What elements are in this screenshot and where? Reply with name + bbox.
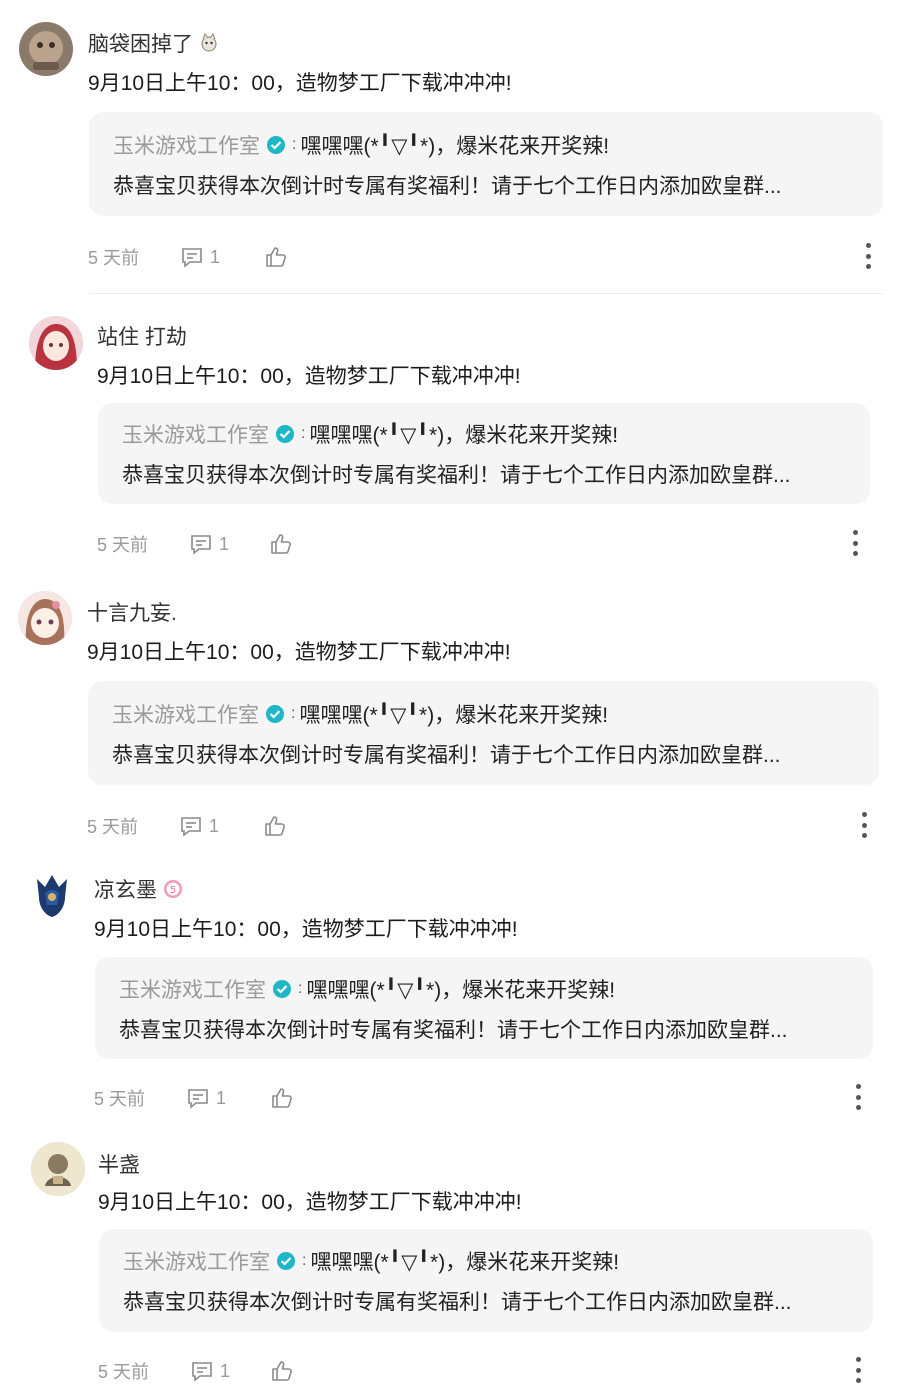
reply-text: 嘿嘿嘿(*╹▽╹*)，爆米花来开奖辣! bbox=[299, 704, 609, 727]
reply-author[interactable]: 玉米游戏工作室 bbox=[113, 130, 260, 160]
reply-text-preview: 恭喜宝贝获得本次倒计时专属有奖福利！请于七个工作日内添加欧皇群... bbox=[123, 1291, 792, 1314]
comment-footer: 5 天前 1 bbox=[87, 813, 287, 839]
reply-count: 1 bbox=[216, 1087, 227, 1108]
svg-text:5: 5 bbox=[170, 885, 176, 896]
reply-box[interactable]: 玉米游戏工作室 : 嘿嘿嘿(*╹▽╹*)，爆米花来开奖辣! 恭喜宝贝获得本次倒计… bbox=[95, 957, 873, 1059]
username-text[interactable]: 半盏 bbox=[98, 1149, 140, 1179]
reply-box[interactable]: 玉米游戏工作室 : 嘿嘿嘿(*╹▽╹*)，爆米花来开奖辣! 恭喜宝贝获得本次倒计… bbox=[88, 681, 879, 785]
level-5-badge-icon: 5 bbox=[163, 879, 183, 899]
comment-text: 9月10日上午10：00，造物梦工厂下载冲冲冲! bbox=[94, 918, 518, 941]
more-options-button[interactable] bbox=[858, 243, 878, 269]
reply-count: 1 bbox=[219, 533, 230, 554]
reply-count-button[interactable]: 1 bbox=[180, 245, 264, 269]
reply-count: 1 bbox=[220, 1360, 231, 1381]
thumbs-up-icon bbox=[263, 814, 287, 838]
timestamp: 5 天前 bbox=[94, 1089, 146, 1109]
divider bbox=[90, 293, 883, 294]
avatar[interactable] bbox=[31, 1142, 85, 1196]
reply-text: 嘿嘿嘿(*╹▽╹*)，爆米花来开奖辣! bbox=[309, 424, 619, 447]
comment-icon bbox=[179, 814, 203, 838]
reply-text: 嘿嘿嘿(*╹▽╹*)，爆米花来开奖辣! bbox=[300, 135, 610, 158]
avatar[interactable] bbox=[19, 22, 73, 76]
comment-icon bbox=[189, 532, 213, 556]
username-text[interactable]: 凉玄墨 bbox=[94, 874, 157, 904]
username[interactable]: 站住 打劫 bbox=[97, 321, 187, 351]
timestamp: 5 天前 bbox=[88, 248, 140, 268]
reply-text-preview: 恭喜宝贝获得本次倒计时专属有奖福利！请于七个工作日内添加欧皇群... bbox=[119, 1019, 788, 1042]
username-text[interactable]: 脑袋困掉了 bbox=[88, 28, 193, 58]
reply-colon: : bbox=[302, 1252, 307, 1269]
username[interactable]: 凉玄墨 5 bbox=[94, 874, 183, 904]
like-button[interactable] bbox=[269, 532, 293, 556]
reply-text: 嘿嘿嘿(*╹▽╹*)，爆米花来开奖辣! bbox=[310, 1251, 620, 1274]
verified-icon bbox=[275, 424, 295, 444]
like-button[interactable] bbox=[270, 1359, 294, 1383]
like-button[interactable] bbox=[270, 1086, 294, 1110]
username-text[interactable]: 十言九妄. bbox=[87, 597, 177, 627]
username[interactable]: 十言九妄. bbox=[87, 597, 177, 627]
thumbs-up-icon bbox=[264, 245, 288, 269]
more-options-button[interactable] bbox=[848, 1357, 868, 1383]
comment-footer: 5 天前 1 bbox=[88, 244, 288, 270]
reply-text: 嘿嘿嘿(*╹▽╹*)，爆米花来开奖辣! bbox=[306, 979, 616, 1002]
avatar[interactable] bbox=[29, 316, 83, 370]
reply-count: 1 bbox=[210, 246, 221, 267]
username[interactable]: 脑袋困掉了 bbox=[88, 28, 219, 58]
reply-box[interactable]: 玉米游戏工作室 : 嘿嘿嘿(*╹▽╹*)，爆米花来开奖辣! 恭喜宝贝获得本次倒计… bbox=[89, 112, 883, 216]
reply-count-button[interactable]: 1 bbox=[179, 814, 263, 838]
reply-author[interactable]: 玉米游戏工作室 bbox=[112, 699, 259, 729]
reply-text-preview: 恭喜宝贝获得本次倒计时专属有奖福利！请于七个工作日内添加欧皇群... bbox=[122, 464, 791, 487]
timestamp: 5 天前 bbox=[97, 535, 149, 555]
reply-author[interactable]: 玉米游戏工作室 bbox=[119, 974, 266, 1004]
verified-icon bbox=[265, 704, 285, 724]
comment-icon bbox=[180, 245, 204, 269]
comment-footer: 5 天前 1 bbox=[98, 1358, 294, 1384]
reply-colon: : bbox=[291, 705, 296, 722]
reply-text-preview: 恭喜宝贝获得本次倒计时专属有奖福利！请于七个工作日内添加欧皇群... bbox=[113, 175, 782, 198]
more-options-button[interactable] bbox=[845, 530, 865, 556]
more-options-button[interactable] bbox=[848, 1084, 868, 1110]
thumbs-up-icon bbox=[270, 1359, 294, 1383]
reply-text-preview: 恭喜宝贝获得本次倒计时专属有奖福利！请于七个工作日内添加欧皇群... bbox=[112, 744, 781, 767]
reply-colon: : bbox=[292, 136, 297, 153]
reply-count-button[interactable]: 1 bbox=[190, 1359, 270, 1383]
like-button[interactable] bbox=[263, 814, 287, 838]
thumbs-up-icon bbox=[269, 532, 293, 556]
comment-text: 9月10日上午10：00，造物梦工厂下载冲冲冲! bbox=[98, 1191, 522, 1214]
cat-emoji-icon bbox=[199, 33, 219, 53]
reply-author[interactable]: 玉米游戏工作室 bbox=[122, 419, 269, 449]
verified-icon bbox=[276, 1251, 296, 1271]
username-text[interactable]: 站住 打劫 bbox=[97, 321, 187, 351]
comment-text: 9月10日上午10：00，造物梦工厂下载冲冲冲! bbox=[88, 72, 512, 95]
reply-author[interactable]: 玉米游戏工作室 bbox=[123, 1246, 270, 1276]
comment-text: 9月10日上午10：00，造物梦工厂下载冲冲冲! bbox=[97, 365, 521, 388]
reply-count: 1 bbox=[209, 815, 220, 836]
comment-footer: 5 天前 1 bbox=[94, 1085, 294, 1111]
comment-icon bbox=[186, 1086, 210, 1110]
reply-box[interactable]: 玉米游戏工作室 : 嘿嘿嘿(*╹▽╹*)，爆米花来开奖辣! 恭喜宝贝获得本次倒计… bbox=[98, 403, 870, 504]
username[interactable]: 半盏 bbox=[98, 1149, 140, 1179]
comment-text: 9月10日上午10：00，造物梦工厂下载冲冲冲! bbox=[87, 641, 511, 664]
comment-footer: 5 天前 1 bbox=[97, 531, 293, 557]
verified-icon bbox=[272, 979, 292, 999]
timestamp: 5 天前 bbox=[98, 1362, 150, 1382]
reply-count-button[interactable]: 1 bbox=[186, 1086, 270, 1110]
timestamp: 5 天前 bbox=[87, 817, 139, 837]
comment-icon bbox=[190, 1359, 214, 1383]
thumbs-up-icon bbox=[270, 1086, 294, 1110]
reply-box[interactable]: 玉米游戏工作室 : 嘿嘿嘿(*╹▽╹*)，爆米花来开奖辣! 恭喜宝贝获得本次倒计… bbox=[99, 1229, 873, 1332]
verified-icon bbox=[266, 135, 286, 155]
like-button[interactable] bbox=[264, 245, 288, 269]
reply-colon: : bbox=[298, 980, 303, 997]
more-options-button[interactable] bbox=[854, 812, 874, 838]
avatar[interactable] bbox=[25, 867, 79, 921]
avatar[interactable] bbox=[18, 591, 72, 645]
reply-count-button[interactable]: 1 bbox=[189, 532, 269, 556]
reply-colon: : bbox=[301, 425, 306, 442]
